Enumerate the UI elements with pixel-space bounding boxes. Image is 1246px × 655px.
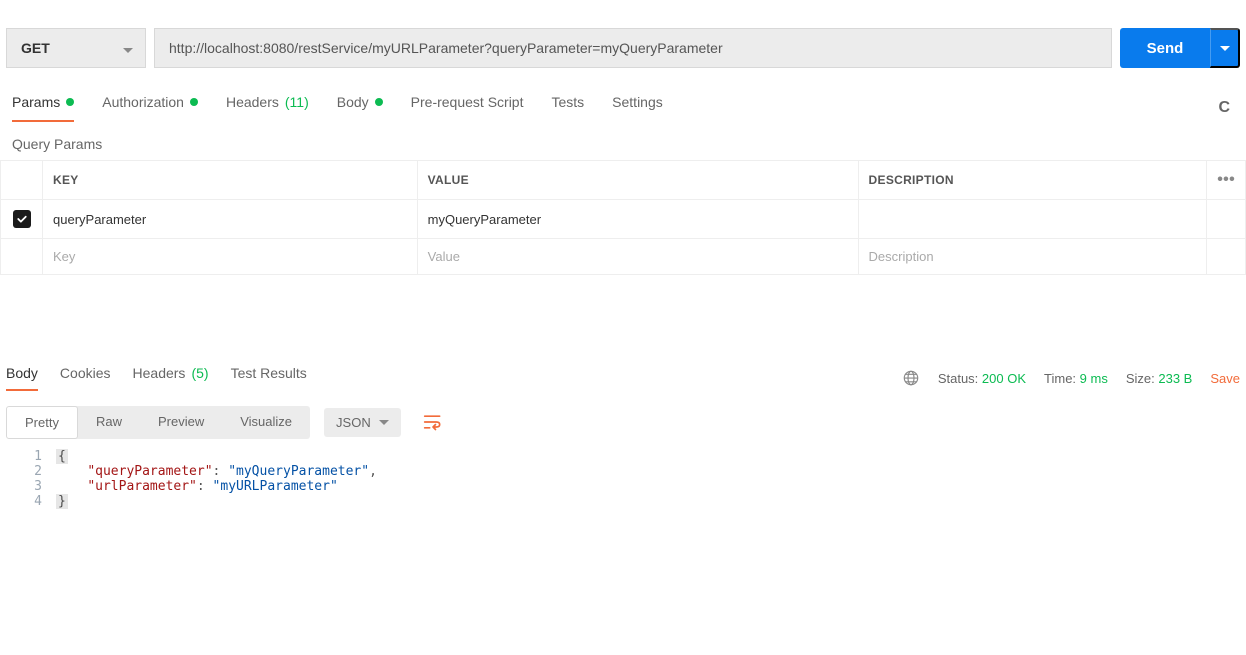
query-params-table: KEY VALUE DESCRIPTION ••• queryParameter… <box>0 160 1246 275</box>
column-value: VALUE <box>417 161 858 200</box>
tab-params[interactable]: Params <box>12 94 74 122</box>
tab-label: Headers <box>133 365 186 381</box>
param-value: myQueryParameter <box>428 212 541 227</box>
column-checkbox <box>1 161 43 200</box>
line-number: 1 <box>16 449 56 464</box>
status-dot-icon <box>375 98 383 106</box>
response-tabs: Body Cookies Headers (5) Test Results Sta… <box>0 275 1246 391</box>
tab-headers[interactable]: Headers (11) <box>226 94 309 122</box>
row-checkbox-empty <box>1 239 43 275</box>
table-row-new: Key Value Description <box>1 239 1246 275</box>
view-visualize[interactable]: Visualize <box>222 406 310 439</box>
json-value: "myQueryParameter" <box>228 464 369 479</box>
tab-authorization[interactable]: Authorization <box>102 94 198 122</box>
format-select[interactable]: JSON <box>324 408 401 437</box>
wrap-icon <box>423 413 443 431</box>
tab-label: Pre-request Script <box>411 94 524 110</box>
tab-label: Params <box>12 94 60 110</box>
tab-prerequest[interactable]: Pre-request Script <box>411 94 524 122</box>
json-key: "queryParameter" <box>87 464 212 479</box>
param-description-cell[interactable] <box>858 200 1207 239</box>
tab-label: Body <box>6 365 38 381</box>
response-view-bar: Pretty Raw Preview Visualize JSON <box>0 391 1246 449</box>
param-value-input[interactable]: Value <box>417 239 858 275</box>
caret-down-icon <box>379 420 389 425</box>
view-preview[interactable]: Preview <box>140 406 222 439</box>
response-tab-cookies[interactable]: Cookies <box>60 365 111 391</box>
view-raw[interactable]: Raw <box>78 406 140 439</box>
view-pretty[interactable]: Pretty <box>6 406 78 439</box>
placeholder: Description <box>869 249 934 264</box>
line-number: 3 <box>16 479 56 494</box>
param-value-cell[interactable]: myQueryParameter <box>417 200 858 239</box>
tab-body[interactable]: Body <box>337 94 383 122</box>
param-key-cell[interactable]: queryParameter <box>43 200 418 239</box>
code-brace: { <box>56 449 68 464</box>
tab-label: Authorization <box>102 94 184 110</box>
tab-label: Tests <box>551 94 584 110</box>
caret-down-icon <box>1220 46 1230 51</box>
response-body[interactable]: 1{ 2 "queryParameter": "myQueryParameter… <box>0 449 1246 529</box>
param-description-input[interactable]: Description <box>858 239 1207 275</box>
response-tab-body[interactable]: Body <box>6 365 38 391</box>
section-label: Query Params <box>0 122 1246 160</box>
status-dot-icon <box>190 98 198 106</box>
http-method-value: GET <box>21 40 50 56</box>
tab-count: (5) <box>191 365 208 381</box>
request-tabs: Params Authorization Headers (11) Body Pr… <box>0 76 1246 122</box>
url-input[interactable]: http://localhost:8080/restService/myURLP… <box>154 28 1112 68</box>
check-icon <box>16 213 28 225</box>
send-button-group: Send <box>1120 28 1240 68</box>
line-number: 2 <box>16 464 56 479</box>
time-label: Time: 9 ms <box>1044 371 1108 386</box>
request-bar: GET http://localhost:8080/restService/my… <box>0 0 1246 76</box>
response-meta: Status: 200 OK Time: 9 ms Size: 233 B Sa… <box>902 369 1240 387</box>
status-dot-icon <box>66 98 74 106</box>
response-tab-test-results[interactable]: Test Results <box>231 365 307 391</box>
format-value: JSON <box>336 415 371 430</box>
caret-down-icon <box>123 40 133 56</box>
placeholder: Key <box>53 249 75 264</box>
column-key: KEY <box>43 161 418 200</box>
param-key-input[interactable]: Key <box>43 239 418 275</box>
tab-label: Body <box>337 94 369 110</box>
tab-cookies-shortcut[interactable]: C <box>1218 99 1234 117</box>
row-more <box>1207 239 1246 275</box>
save-response-button[interactable]: Save <box>1210 371 1240 386</box>
json-key: "urlParameter" <box>87 479 197 494</box>
send-button[interactable]: Send <box>1120 28 1210 68</box>
column-description: DESCRIPTION <box>858 161 1207 200</box>
status-value: 200 OK <box>982 371 1026 386</box>
line-number: 4 <box>16 494 56 509</box>
globe-icon[interactable] <box>902 369 920 387</box>
placeholder: Value <box>428 249 460 264</box>
size-value: 233 B <box>1158 371 1192 386</box>
param-key: queryParameter <box>53 212 146 227</box>
send-more-button[interactable] <box>1210 28 1240 68</box>
response-tab-headers[interactable]: Headers (5) <box>133 365 209 391</box>
size-label: Size: 233 B <box>1126 371 1193 386</box>
http-method-select[interactable]: GET <box>6 28 146 68</box>
url-value: http://localhost:8080/restService/myURLP… <box>169 40 723 56</box>
tab-settings[interactable]: Settings <box>612 94 663 122</box>
column-more[interactable]: ••• <box>1207 161 1246 200</box>
status-label: Status: 200 OK <box>938 371 1026 386</box>
code-brace: } <box>56 494 68 509</box>
view-mode-segmented: Pretty Raw Preview Visualize <box>6 406 310 439</box>
tab-label: Cookies <box>60 365 111 381</box>
tab-label: Headers <box>226 94 279 110</box>
tab-label: Test Results <box>231 365 307 381</box>
tab-tests[interactable]: Tests <box>551 94 584 122</box>
tab-count: (11) <box>285 94 309 110</box>
row-more <box>1207 200 1246 239</box>
table-row: queryParameter myQueryParameter <box>1 200 1246 239</box>
row-checkbox[interactable] <box>13 210 31 228</box>
tab-label: Settings <box>612 94 663 110</box>
wrap-lines-button[interactable] <box>415 405 451 439</box>
json-value: "myURLParameter" <box>213 479 338 494</box>
time-value: 9 ms <box>1080 371 1108 386</box>
